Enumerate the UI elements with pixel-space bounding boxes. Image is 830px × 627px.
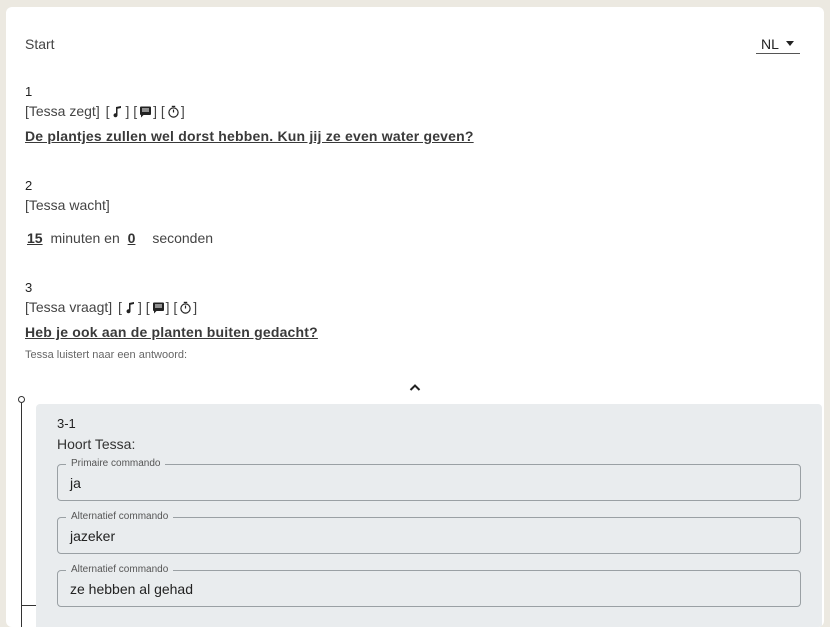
script-card: Start NL 1 [Tessa zegt] [ ] [ ] [ ] De p…: [6, 7, 824, 627]
minutes-input[interactable]: 15: [27, 230, 43, 246]
message-icon[interactable]: [139, 105, 152, 118]
seconds-label: seconden: [152, 230, 214, 246]
branch-node-icon: [18, 396, 25, 403]
step-number: 3: [25, 280, 33, 295]
field-value[interactable]: jazeker: [70, 528, 115, 544]
caret-down-icon: [786, 41, 794, 46]
field-label: Alternatief commando: [66, 564, 174, 576]
step-meta: [Tessa vraagt] [ ] [ ] [ ]: [25, 299, 198, 315]
field-label: Alternatief commando: [66, 511, 174, 523]
timer-icon[interactable]: [167, 105, 179, 118]
speaker-label: [Tessa wacht]: [25, 197, 110, 213]
step-number: 1: [25, 84, 33, 99]
answer-panel: 3-1 Hoort Tessa: Primaire commando ja Al…: [36, 404, 822, 627]
answer-number: 3-1: [57, 416, 76, 431]
utterance-text[interactable]: De plantjes zullen wel dorst hebben. Kun…: [25, 128, 474, 144]
step-number: 2: [25, 178, 33, 193]
music-note-icon[interactable]: [111, 105, 123, 118]
language-value: NL: [761, 36, 779, 52]
minutes-label: minuten en: [50, 230, 120, 246]
branch-connector: [21, 605, 37, 606]
branch-line: [21, 403, 22, 627]
speaker-label: [Tessa vraagt]: [25, 299, 113, 315]
step-meta: [Tessa zegt] [ ] [ ] [ ]: [25, 103, 185, 119]
message-icon[interactable]: [152, 301, 164, 314]
timer-icon[interactable]: [179, 301, 191, 314]
primary-command-field[interactable]: Primaire commando ja: [57, 458, 801, 501]
listen-hint: Tessa luistert naar een antwoord:: [25, 349, 188, 361]
field-value[interactable]: ja: [70, 475, 81, 491]
field-value[interactable]: ze hebben al gehad: [70, 581, 193, 597]
chevron-up-icon[interactable]: [409, 378, 421, 396]
alternative-command-field[interactable]: Alternatief commando jazeker: [57, 511, 801, 554]
seconds-input[interactable]: 0: [128, 230, 136, 246]
language-select[interactable]: NL: [756, 35, 800, 54]
alternative-command-field[interactable]: Alternatief commando ze hebben al gehad: [57, 564, 801, 607]
music-note-icon[interactable]: [124, 301, 136, 314]
field-label: Primaire commando: [66, 458, 166, 470]
hears-label: Hoort Tessa:: [57, 436, 136, 452]
speaker-label: [Tessa zegt]: [25, 103, 100, 119]
wait-duration: 15 minuten en 0 seconden: [27, 230, 213, 246]
utterance-text[interactable]: Heb je ook aan de planten buiten gedacht…: [25, 324, 318, 340]
start-label: Start: [25, 36, 55, 52]
